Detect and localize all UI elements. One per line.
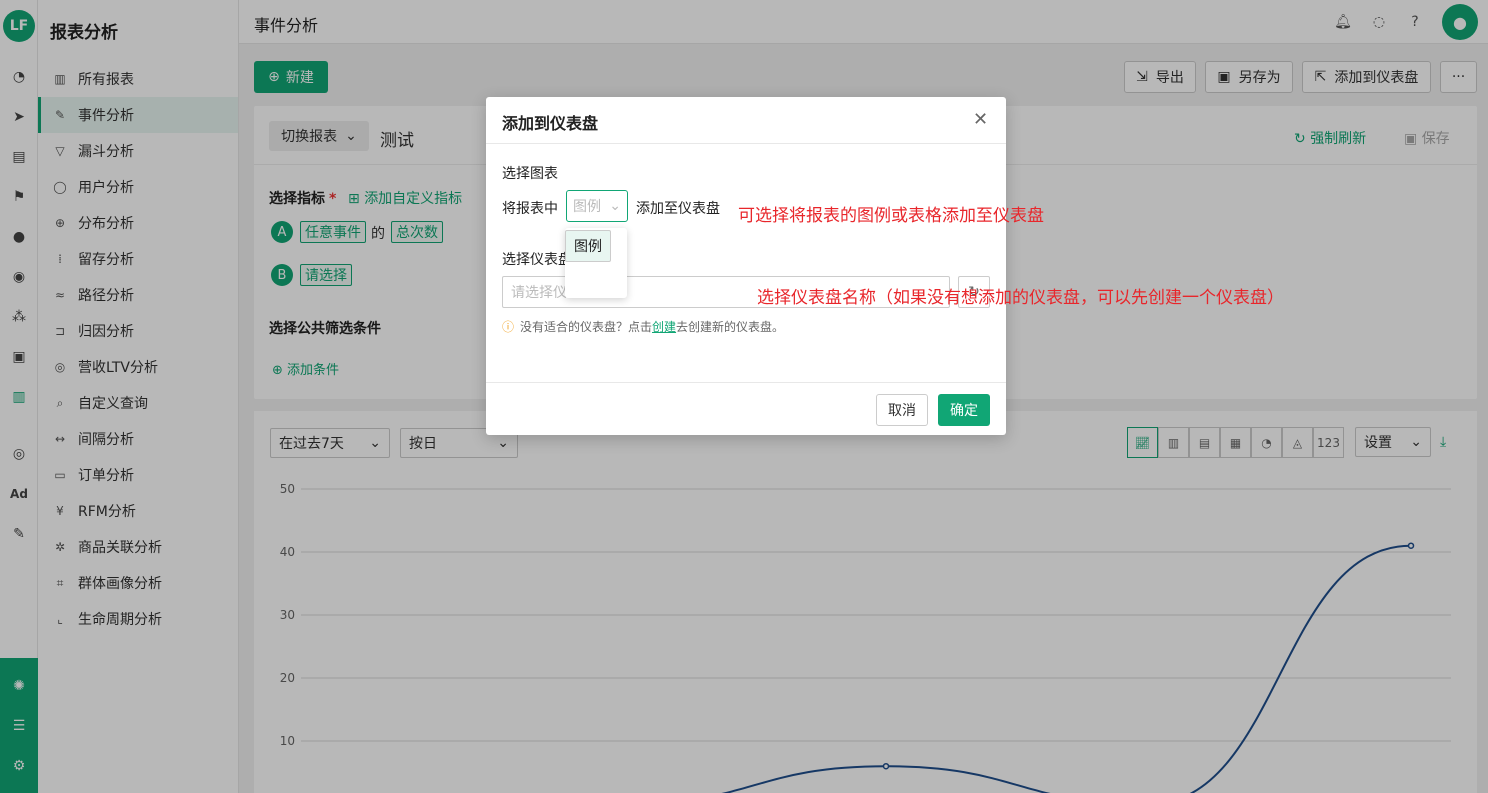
confirm-button[interactable]: 确定 [938, 394, 990, 426]
chevron-down-icon: ⌄ [609, 198, 621, 214]
hint-prefix: 没有适合的仪表盘？点击 [520, 320, 653, 334]
cancel-button[interactable]: 取消 [876, 394, 928, 426]
warning-icon: ⓘ [502, 320, 515, 334]
annotation-chart-choice: 可选择将报表的图例或表格添加至仪表盘 [738, 206, 1044, 226]
add-to-dashboard-modal: 添加到仪表盘 ✕ 选择图表 将报表中 图例 ⌄ 添加至仪表盘 选择仪表盘 请选择仪… [486, 97, 1006, 435]
modal-header: 添加到仪表盘 ✕ [486, 97, 1006, 144]
create-dashboard-link[interactable]: 创建 [652, 320, 676, 334]
to-dashboard-label: 添加至仪表盘 [636, 201, 720, 217]
from-report-label: 将报表中 [502, 201, 558, 217]
annotation-dashboard-choice: 选择仪表盘名称（如果没有想添加的仪表盘，可以先创建一个仪表盘） [757, 288, 1284, 308]
hint-suffix: 去创建新的仪表盘。 [676, 320, 785, 334]
select-dashboard-label: 选择仪表盘 [502, 252, 572, 268]
create-dashboard-hint: ⓘ 没有适合的仪表盘？点击创建去创建新的仪表盘。 [502, 318, 784, 335]
menu-item-legend[interactable]: 图例 [565, 230, 611, 262]
modal-title: 添加到仪表盘 [502, 114, 599, 133]
chart-part-dropdown[interactable]: 图例 ⌄ [566, 190, 628, 222]
dropdown-value: 图例 [573, 199, 601, 215]
modal-footer-divider [486, 382, 1006, 383]
select-chart-label: 选择图表 [502, 166, 558, 182]
close-icon[interactable]: ✕ [973, 109, 988, 130]
dashboard-input-placeholder: 请选择仪 [511, 285, 567, 301]
chart-part-menu: 图例 表格 [565, 228, 627, 298]
